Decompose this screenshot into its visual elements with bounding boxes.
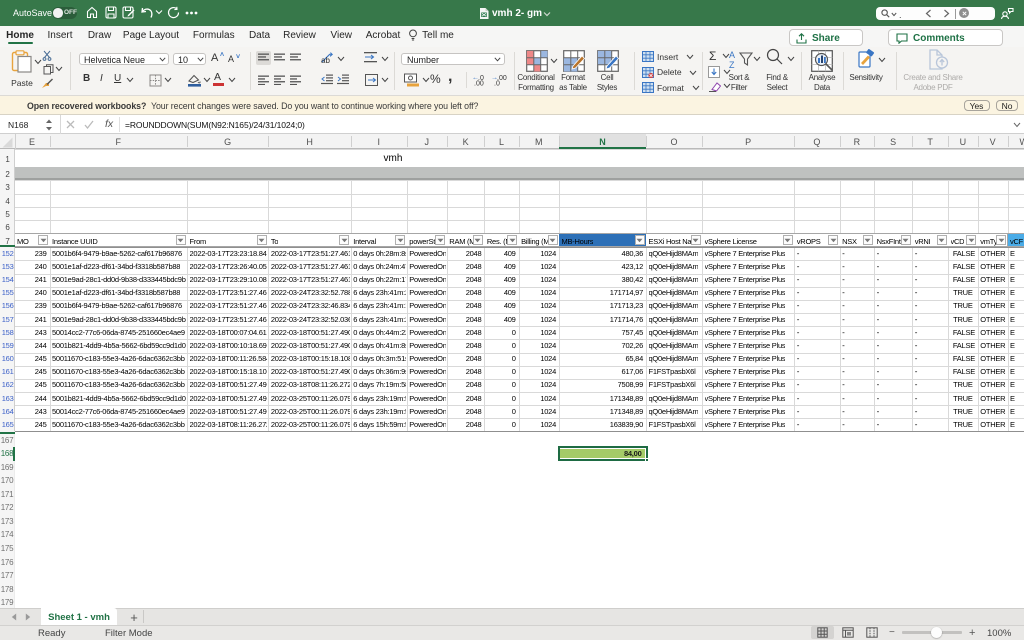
svg-text:Z: Z [729, 60, 735, 69]
svg-text:.00: .00 [474, 81, 484, 87]
svg-text:.0: .0 [494, 81, 500, 87]
svg-text:A: A [729, 50, 735, 60]
svg-text:ab: ab [321, 56, 330, 64]
